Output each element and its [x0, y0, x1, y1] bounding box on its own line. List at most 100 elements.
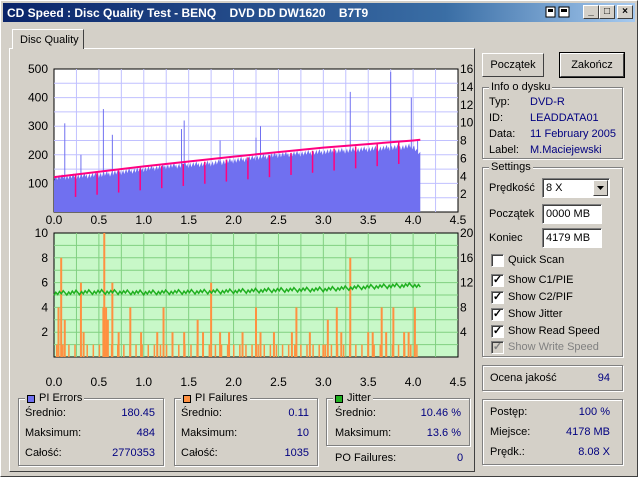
pi-errors-max-value: 484 — [136, 427, 155, 439]
y-left-tick-label: 10 — [35, 226, 49, 240]
x-tick-label: 4.0 — [405, 375, 422, 389]
end-mb-value: 4179 MB — [546, 232, 591, 244]
y-right-tick-label: 8 — [460, 300, 467, 314]
window-title: CD Speed : Disc Quality Test - BENQ DVD … — [7, 6, 369, 20]
start-mb-label: Początek — [489, 208, 535, 220]
pi-failures-max-value: 10 — [296, 427, 309, 439]
maximize-button[interactable]: □ — [599, 5, 615, 19]
pi-failures-title: PI Failures — [181, 392, 250, 404]
show-c1-checkbox[interactable]: ✓ — [491, 274, 504, 287]
progress-label: Postęp: — [490, 406, 528, 418]
y-left-tick-label: 6 — [41, 276, 48, 290]
quick-scan-checkbox[interactable] — [491, 254, 504, 267]
pi-failures-avg-label: Średnio: — [181, 407, 222, 419]
start-button-label: Początek — [490, 59, 536, 71]
end-mb-label: Koniec — [489, 232, 523, 244]
y-right-tick-label: 12 — [460, 276, 474, 290]
x-tick-label: 4.5 — [450, 375, 467, 389]
pi-failures-group: PI Failures Średnio: 0.11 Maksimum: 10 C… — [174, 392, 318, 466]
progress-group: Postęp: 100 % Miejsce: 4178 MB Prędk.: 8… — [482, 399, 623, 465]
close-button[interactable]: × — [617, 5, 633, 19]
copy-save-icon[interactable] — [545, 5, 571, 19]
disc-type-value: DVD-R — [530, 96, 565, 108]
speed-select[interactable]: 8 X — [542, 178, 610, 198]
pi-failures-avg-value: 0.11 — [288, 407, 309, 419]
current-speed-label: Prędk.: — [490, 446, 525, 458]
x-tick-label: 0.5 — [91, 375, 108, 389]
x-tick-label: 4.5 — [450, 213, 467, 227]
show-c1-label: Show C1/PIE — [508, 274, 574, 286]
title-bar[interactable]: CD Speed : Disc Quality Test - BENQ DVD … — [3, 3, 635, 22]
disc-quality-charts: 0.0 0.5 1.0 1.5 2.0 2.5 3.0 3.5 4.0 4.5 100 200 300 4… — [28, 62, 474, 389]
x-tick-label: 0.0 — [46, 213, 63, 227]
jitter-swatch — [335, 395, 343, 403]
start-button[interactable]: Początek — [482, 53, 544, 77]
y-left-tick-label: 8 — [41, 251, 48, 265]
jitter-group: Jitter Średnio: 10.46 % Maksimum: 13.6 % — [326, 392, 470, 446]
disc-label-label: Label: — [489, 144, 519, 156]
disc-info-group: Info o dysku Typ: DVD-R ID: LEADDATA01 D… — [482, 81, 623, 159]
current-speed-value: 8.08 X — [578, 446, 610, 458]
y-right-tick-label: 12 — [460, 98, 474, 112]
disc-info-title: Info o dysku — [489, 81, 553, 93]
po-failures-label: PO Failures: — [335, 452, 397, 464]
speed-label: Prędkość — [489, 182, 535, 194]
y-right-tick-label: 6 — [460, 151, 467, 165]
toolbar-icons[interactable] — [545, 5, 570, 19]
disc-type-label: Typ: — [489, 96, 510, 108]
pi-errors-total-label: Całość: — [25, 447, 62, 459]
show-write-speed-checkbox: ✓ — [491, 341, 504, 354]
x-tick-label: 2.5 — [270, 213, 287, 227]
speed-select-value: 8 X — [546, 182, 563, 194]
show-read-speed-label: Show Read Speed — [508, 325, 600, 337]
y-right-tick-label: 2 — [460, 187, 467, 201]
progress-value: 100 % — [578, 406, 610, 418]
start-mb-input[interactable]: 0000 MB — [542, 204, 602, 224]
quality-group: Ocena jakość 94 — [482, 365, 623, 391]
minimize-icon: _ — [588, 6, 594, 17]
y-right-tick-label: 16 — [460, 62, 474, 76]
x-tick-label: 1.5 — [180, 213, 197, 227]
pi-errors-max-label: Maksimum: — [25, 427, 82, 439]
pi-errors-avg-value: 180.45 — [121, 407, 155, 419]
speed-dropdown-button[interactable] — [593, 180, 608, 196]
po-failures-value: 0 — [457, 452, 464, 464]
pi-failures-total-value: 1035 — [284, 447, 309, 459]
jitter-avg-value: 10.46 % — [420, 407, 461, 419]
x-tick-label: 1.0 — [135, 213, 152, 227]
jitter-avg-label: Średnio: — [335, 407, 376, 419]
position-value: 4178 MB — [565, 426, 610, 438]
main-window: CD Speed : Disc Quality Test - BENQ DVD … — [0, 0, 638, 477]
x-tick-label: 2.5 — [270, 375, 287, 389]
settings-group: Settings Prędkość 8 X Początek 0000 MB K… — [482, 161, 623, 357]
jitter-max-label: Maksimum: — [335, 427, 392, 439]
tab-disc-quality[interactable]: Disc Quality — [12, 29, 84, 49]
minimize-button[interactable]: _ — [583, 5, 599, 19]
position-label: Miejsce: — [490, 426, 531, 438]
x-tick-label: 2.0 — [225, 375, 242, 389]
end-button-label: Zakończ — [571, 59, 613, 71]
x-tick-label: 2.0 — [225, 213, 242, 227]
end-button[interactable]: Zakończ — [559, 52, 625, 78]
show-write-speed-label: Show Write Speed — [508, 341, 599, 353]
disc-id-label: ID: — [489, 112, 504, 124]
pi-errors-avg-label: Średnio: — [25, 407, 66, 419]
pi-errors-swatch — [27, 395, 35, 403]
show-jitter-checkbox[interactable]: ✓ — [491, 308, 504, 321]
show-c2-checkbox[interactable]: ✓ — [491, 291, 504, 304]
disc-id-value: LEADDATA01 — [530, 112, 599, 124]
x-tick-label: 1.0 — [135, 375, 152, 389]
show-read-speed-checkbox[interactable]: ✓ — [491, 325, 504, 338]
end-mb-input[interactable]: 4179 MB — [542, 228, 602, 248]
pi-failures-swatch — [183, 395, 191, 403]
y-right-tick-label: 4 — [460, 325, 467, 339]
y-left-tick-label: 400 — [28, 91, 48, 105]
chevron-down-icon — [597, 186, 604, 190]
y-right-tick-label: 10 — [460, 116, 474, 130]
y-right-tick-label: 16 — [460, 251, 474, 265]
y-left-tick-label: 100 — [28, 176, 48, 190]
pi-failures-total-label: Całość: — [181, 447, 218, 459]
pi-failures-max-label: Maksimum: — [181, 427, 238, 439]
show-c2-label: Show C2/PIF — [508, 291, 573, 303]
close-icon: × — [622, 6, 628, 17]
